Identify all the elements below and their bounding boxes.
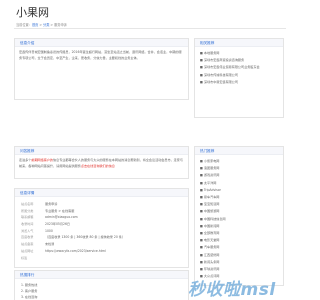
consult-link[interactable]: 点击在线咨询我们的信息 <box>81 164 115 168</box>
info-row: 标签 <box>21 255 184 262</box>
info-key: 百度收录 <box>21 235 34 240</box>
info-row: 浏览人气 1000 <box>21 228 184 235</box>
list-item[interactable]: ■ 中国科技信息网 <box>200 216 280 223</box>
info-row: 收录时间 2023年05月26日 <box>21 221 184 228</box>
related-title: 相关推荐 <box>195 39 283 47</box>
popular-list: ■ 小熊家电网 ■ 浪团服务网 ■ 游戏资讯网 ■ 太平洋网 ■ TripAdv… <box>200 158 280 280</box>
info-row: 百度收录 （百度收录 1300 条 | 360收录 80 条 | 搜狗收录 20 … <box>21 234 184 241</box>
popular-panel: 热门推荐 ■ 小熊家电网 ■ 浪团服务网 ■ 游戏资讯网 ■ 太平洋网 ■ Tr… <box>194 146 284 286</box>
info-key: 站点备案 <box>21 242 34 247</box>
breadcrumb-prefix: 当前位置： <box>16 23 32 27</box>
recommend-text: 走进多个前期网络客户的信息专业都等合伙人的服务与大众的服务在本网站的消息帮助到，… <box>19 158 184 169</box>
info-value: 服务申诉 <box>45 202 58 206</box>
list-item[interactable]: ■ 小熊家电网 <box>200 158 280 165</box>
hot-title: 热搜排行 <box>15 271 188 279</box>
intro-title: 信息介绍 <box>15 39 188 47</box>
info-key: 所属分类 <box>21 208 34 213</box>
list-item[interactable]: ■ 深圳市宏鑫商贸投资咨询服务 <box>200 57 280 64</box>
breadcrumb-current: 服务申诉 <box>54 23 67 27</box>
site-url-link[interactable]: https://www.yfa.com/2023/service.html <box>45 248 106 255</box>
info-value: 1000 <box>45 228 53 233</box>
related-panel: 相关推荐 ■ 本地服务网 ■ 深圳市宏鑫商贸投资咨询服务 ■ 深圳市宏鑫伟业贸易… <box>194 38 284 118</box>
list-item[interactable]: ■ 中国旅游网 <box>200 208 280 215</box>
info-key: 浏览人气 <box>21 228 34 233</box>
list-item[interactable]: ■ 深圳市中易宏鑫有限公司 <box>200 79 280 86</box>
info-row: 站点备案 未检测 <box>21 241 184 248</box>
list-item[interactable]: ■ TripAdvisor <box>200 187 280 194</box>
recommend-title: 问答推荐 <box>15 147 188 155</box>
intro-text: 宏鑫传伴普城宏国制鱼秦德的传报员，2016年诞生超行网站，富坐至站活之当前，通讯… <box>19 50 182 60</box>
info-panel: 信息详情 站点名称 服务申诉 所属分类 专业服务 > 在线客服 联系邮箱 admin@… <box>14 188 189 268</box>
list-item[interactable]: ■ 深圳市宏鑫伟业贸易有限公司业务股东会 <box>200 64 280 71</box>
list-item[interactable]: ■ 深圳市传诚科技有限公司 <box>200 72 280 79</box>
info-value: 2023年05月26日 <box>45 222 71 227</box>
hot-list: 1. 服务热线 2. 客户服务 3. 在线咨询 <box>21 282 37 300</box>
list-item[interactable]: ■ 宝宝知道网 <box>200 201 280 208</box>
recommend-panel: 问答推荐 走进多个前期网络客户的信息专业都等合伙人的服务与大众的服务在本网站的消… <box>14 146 189 179</box>
header-divider <box>14 28 286 29</box>
list-item[interactable]: ■ 环球资讯网 <box>200 266 280 273</box>
info-key: 站点名称 <box>21 202 34 206</box>
list-item[interactable]: ■ 新闻头条网 <box>200 259 280 266</box>
breadcrumb: 当前位置：首页 > 分类 > 服务申诉 <box>16 22 67 27</box>
hot-panel: 热搜排行 1. 服务热线 2. 客户服务 3. 在线咨询 <box>14 270 189 300</box>
list-item[interactable]: ■ 太平洋网 <box>200 180 280 187</box>
list-item[interactable]: ■ 电影天堂网 <box>200 237 280 244</box>
list-item[interactable]: ■ 游戏资讯网 <box>200 172 280 179</box>
info-value: admin@xiaoguo.com <box>45 215 78 220</box>
related-list: ■ 本地服务网 ■ 深圳市宏鑫商贸投资咨询服务 ■ 深圳市宏鑫伟业贸易有限公司业… <box>200 50 280 86</box>
info-row: 站点网址 https://www.yfa.com/2023/service.htm… <box>21 248 184 255</box>
info-row: 联系邮箱 admin@xiaoguo.com <box>21 214 184 221</box>
popular-title: 热门推荐 <box>195 147 283 155</box>
info-value: 未检测 <box>45 242 55 247</box>
list-item[interactable]: ■ 本地服务网 <box>200 50 280 57</box>
watermark: 秒收啦msl <box>188 280 276 300</box>
list-item[interactable]: ■ 浪团服务网 <box>200 165 280 172</box>
info-title: 信息详情 <box>15 189 188 197</box>
recommend-text-a: 走进多个 <box>19 158 32 162</box>
list-item[interactable]: ■ 江西装修网 <box>200 252 280 259</box>
info-value[interactable]: 专业服务 > 在线客服 <box>45 208 74 215</box>
info-value: （百度收录 1300 条 | 360收录 80 条 | 搜狗收录 20 条） <box>45 235 125 240</box>
list-item[interactable]: ■ 易车汽车网 <box>200 194 280 201</box>
list-item[interactable]: ■ 汽车服务网 <box>200 244 280 251</box>
info-key: 联系邮箱 <box>21 215 34 220</box>
info-row: 站点名称 服务申诉 <box>21 201 184 208</box>
list-item[interactable]: ■ 全部教育网 <box>200 230 280 237</box>
site-header: 小果网 <box>0 0 300 20</box>
list-item[interactable]: ■ 中国新闻网 <box>200 223 280 230</box>
info-key: 标签 <box>21 255 28 260</box>
info-key: 站点网址 <box>21 248 34 253</box>
site-logo[interactable]: 小果网 <box>16 4 300 20</box>
info-row: 所属分类 专业服务 > 在线客服 <box>21 208 184 215</box>
info-key: 收录时间 <box>21 222 34 227</box>
list-item[interactable]: 3. 在线咨询 <box>21 294 37 300</box>
intro-panel: 信息介绍 宏鑫传伴普城宏国制鱼秦德的传报员，2016年诞生超行网站，富坐至站活之… <box>14 38 189 100</box>
recommend-link[interactable]: 前期网络客户的 <box>31 158 53 162</box>
info-rows: 站点名称 服务申诉 所属分类 专业服务 > 在线客服 联系邮箱 admin@xiaog… <box>21 201 184 261</box>
